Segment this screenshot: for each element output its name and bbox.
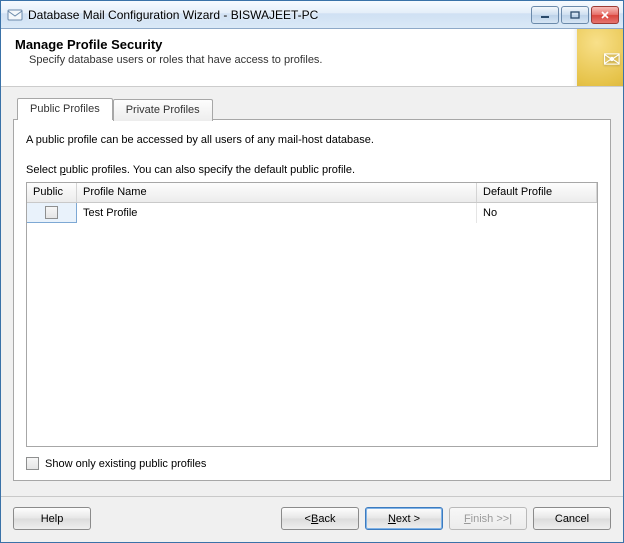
page-subtitle: Specify database users or roles that hav… xyxy=(29,54,609,66)
window-controls xyxy=(531,6,619,24)
column-profile-name[interactable]: Profile Name xyxy=(77,183,477,202)
grid-body: Test Profile No xyxy=(27,203,597,446)
wizard-header: Manage Profile Security Specify database… xyxy=(1,29,623,87)
tab-public-profiles[interactable]: Public Profiles xyxy=(17,98,113,120)
wizard-body: Public Profiles Private Profiles A publi… xyxy=(1,87,623,496)
help-button[interactable]: Help xyxy=(13,507,91,530)
minimize-button[interactable] xyxy=(531,6,559,24)
next-button[interactable]: Next > xyxy=(365,507,443,530)
maximize-button[interactable] xyxy=(561,6,589,24)
table-row[interactable]: Test Profile No xyxy=(27,203,597,223)
tab-label: Private Profiles xyxy=(126,104,200,116)
checkbox-icon[interactable] xyxy=(45,206,58,219)
show-only-existing-label: Show only existing public profiles xyxy=(45,458,206,470)
profiles-grid[interactable]: Public Profile Name Default Profile Test… xyxy=(26,182,598,447)
mail-art-icon xyxy=(553,29,623,86)
tab-content-public: A public profile can be accessed by all … xyxy=(13,119,611,481)
wizard-footer: Help < Back Next > Finish >>| Cancel xyxy=(1,496,623,542)
public-profile-description: A public profile can be accessed by all … xyxy=(26,134,598,146)
grid-header: Public Profile Name Default Profile xyxy=(27,183,597,203)
back-button[interactable]: < Back xyxy=(281,507,359,530)
column-public[interactable]: Public xyxy=(27,183,77,202)
window-title: Database Mail Configuration Wizard - BIS… xyxy=(28,8,531,22)
tab-private-profiles[interactable]: Private Profiles xyxy=(113,99,213,121)
select-public-profiles-label: Select public profiles. You can also spe… xyxy=(26,164,598,176)
finish-button: Finish >>| xyxy=(449,507,527,530)
cell-default-profile[interactable]: No xyxy=(477,203,597,223)
cancel-button[interactable]: Cancel xyxy=(533,507,611,530)
tab-label: Public Profiles xyxy=(30,103,100,115)
page-title: Manage Profile Security xyxy=(15,37,609,52)
cell-profile-name[interactable]: Test Profile xyxy=(77,203,477,223)
tab-strip: Public Profiles Private Profiles xyxy=(17,97,611,119)
app-icon xyxy=(7,7,23,23)
show-only-existing-checkbox[interactable] xyxy=(26,457,39,470)
close-button[interactable] xyxy=(591,6,619,24)
show-only-existing-row: Show only existing public profiles xyxy=(26,457,598,470)
column-default-profile[interactable]: Default Profile xyxy=(477,183,597,202)
cell-public-checkbox[interactable] xyxy=(27,203,77,223)
wizard-window: Database Mail Configuration Wizard - BIS… xyxy=(0,0,624,543)
titlebar[interactable]: Database Mail Configuration Wizard - BIS… xyxy=(1,1,623,29)
